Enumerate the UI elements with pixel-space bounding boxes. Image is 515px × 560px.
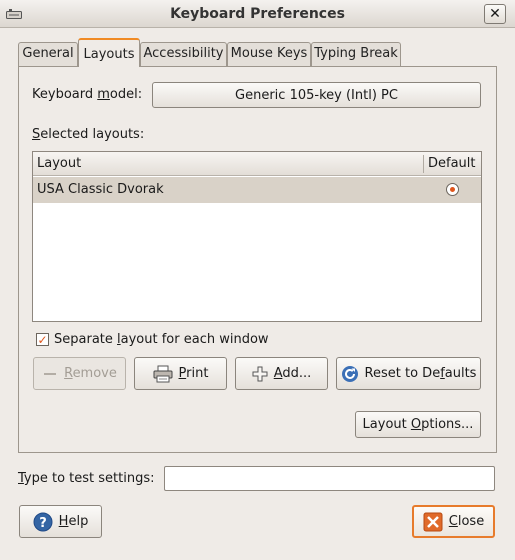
- table-row[interactable]: USA Classic Dvorak: [33, 177, 481, 203]
- remove-button-label: Remove: [64, 366, 117, 381]
- tab-general[interactable]: General: [18, 42, 78, 66]
- add-button[interactable]: Add...: [235, 357, 328, 390]
- reset-to-defaults-button[interactable]: Reset to Defaults: [336, 357, 481, 390]
- help-button-label: Help: [58, 514, 89, 529]
- minus-icon: [44, 372, 57, 375]
- layouts-list[interactable]: Layout Default USA Classic Dvorak: [32, 151, 482, 322]
- add-button-label: Add...: [273, 366, 312, 381]
- selected-layouts-label: Selected layouts:: [32, 127, 145, 142]
- refresh-icon: [341, 365, 358, 382]
- close-icon: [423, 512, 443, 531]
- layout-options-button[interactable]: Layout Options...: [355, 411, 481, 438]
- window-title: Keyboard Preferences: [170, 6, 345, 22]
- tab-accessibility[interactable]: Accessibility: [140, 42, 227, 66]
- default-radio[interactable]: [446, 183, 459, 196]
- keyboard-model-label: Keyboard model:: [32, 87, 143, 102]
- help-button[interactable]: ? Help: [19, 505, 102, 538]
- column-header-layout[interactable]: Layout: [33, 152, 423, 176]
- reset-button-label: Reset to Defaults: [364, 366, 477, 381]
- close-button[interactable]: Close: [412, 505, 495, 538]
- plus-icon: [252, 366, 268, 381]
- title-bar[interactable]: Keyboard Preferences ✕: [0, 0, 515, 28]
- layout-options-label: Layout Options...: [362, 417, 474, 432]
- test-settings-input[interactable]: [164, 466, 495, 491]
- close-button-label: Close: [448, 514, 485, 529]
- help-icon: ?: [33, 512, 53, 531]
- tab-mouse-keys[interactable]: Mouse Keys: [227, 42, 311, 66]
- separate-layout-label[interactable]: Separate layout for each window: [54, 331, 269, 349]
- tab-typing-break[interactable]: Typing Break: [311, 42, 401, 66]
- svg-text:?: ?: [39, 516, 47, 531]
- test-settings-label: Type to test settings:: [18, 471, 155, 486]
- column-header-default[interactable]: Default: [424, 152, 480, 176]
- layout-name-cell: USA Classic Dvorak: [37, 182, 164, 197]
- keyboard-model-button[interactable]: Generic 105-key (Intl) PC: [152, 82, 481, 108]
- remove-button[interactable]: Remove: [33, 357, 126, 390]
- print-button[interactable]: Print: [134, 357, 227, 390]
- list-header: Layout Default: [33, 152, 481, 176]
- separate-layout-checkbox[interactable]: ✓: [36, 333, 49, 346]
- window-close-button[interactable]: ✕: [484, 4, 506, 24]
- printer-icon: [153, 365, 173, 382]
- tab-layouts[interactable]: Layouts: [78, 38, 140, 67]
- print-button-label: Print: [178, 366, 209, 381]
